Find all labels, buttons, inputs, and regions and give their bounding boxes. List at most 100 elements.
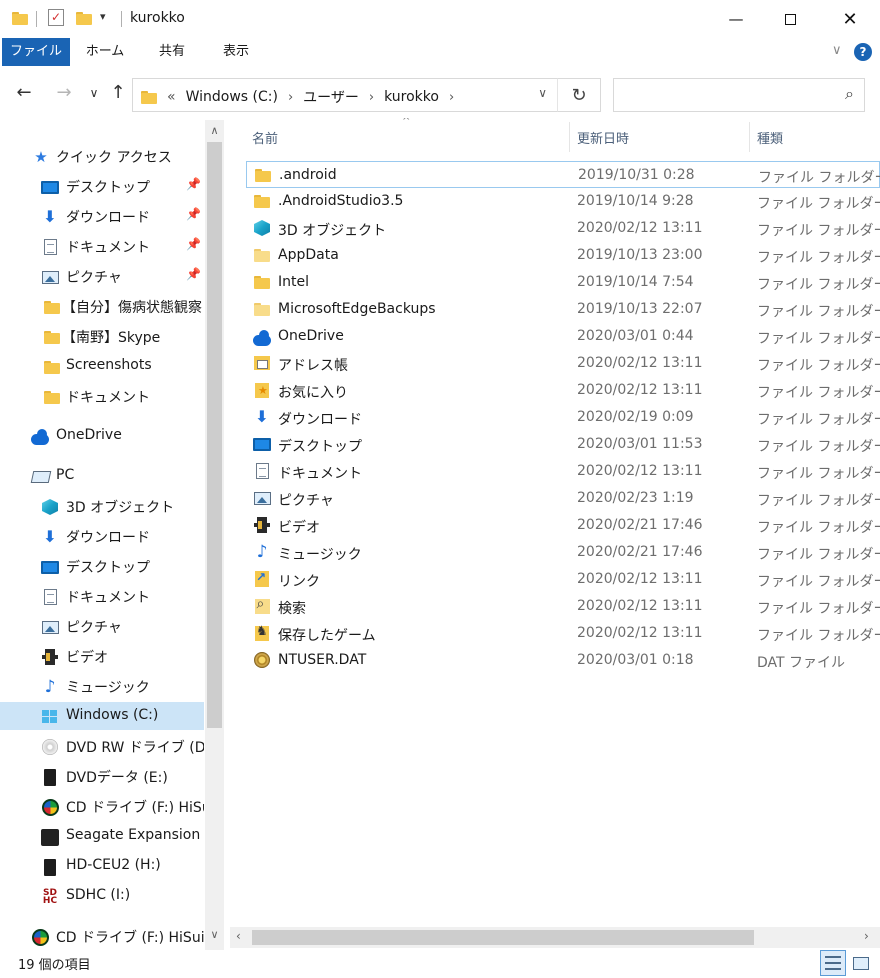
tab-view[interactable]: 表示 [214,38,258,66]
breadcrumb-windows-c[interactable]: Windows (C:) [186,89,278,105]
up-button[interactable]: ↑ [106,82,130,103]
table-row[interactable]: OneDrive 2020/03/01 0:44 ファイル フォルダー [246,323,880,350]
table-row[interactable]: ビデオ 2020/02/21 17:46 ファイル フォルダー [246,512,880,539]
item-count: 19 個の項目 [18,958,91,973]
nav-documents[interactable]: ドキュメント [0,582,204,610]
nav-folder-injury[interactable]: 【自分】傷病状態観察 [0,292,204,320]
table-row[interactable]: お気に入り 2020/02/12 13:11 ファイル フォルダー [246,377,880,404]
nav-downloads[interactable]: ⬇ ダウンロード [0,522,204,550]
details-view-button[interactable] [820,950,846,976]
table-row[interactable]: ⬇ ダウンロード 2020/02/19 0:09 ファイル フォルダー [246,404,880,431]
table-row[interactable]: MicrosoftEdgeBackups 2019/10/13 22:07 ファ… [246,296,880,323]
nav-seagate[interactable]: Seagate Expansion Dri [0,822,204,850]
nav-windows-c[interactable]: Windows (C:) [0,702,204,730]
column-type[interactable]: 種類 [757,128,783,147]
folder-pale-icon [253,247,271,263]
nav-pc[interactable]: PC [0,462,204,490]
table-row[interactable]: ピクチャ 2020/02/23 1:19 ファイル フォルダー [246,485,880,512]
help-icon[interactable]: ? [854,43,872,61]
nav-folder-skype[interactable]: 【南野】Skype [0,322,204,350]
table-row[interactable]: ドキュメント 2020/02/12 13:11 ファイル フォルダー [246,458,880,485]
column-name[interactable]: 名前 [252,128,278,147]
nav-folder-screenshots[interactable]: Screenshots [0,352,204,380]
scroll-left-icon[interactable]: ‹ [236,929,241,943]
chevron-down-icon[interactable]: ▾ [100,10,106,30]
tab-home[interactable]: ホーム [80,38,130,66]
pin-icon[interactable]: 📌 [186,207,201,221]
tab-file[interactable]: ファイル [2,38,70,66]
nav-dvd-rw-d[interactable]: DVD RW ドライブ (D:) ... [0,732,204,760]
column-divider[interactable] [569,122,570,152]
nav-quick-access[interactable]: ★ クイック アクセス [0,142,204,170]
search-input[interactable] [622,85,822,105]
breadcrumb-kurokko[interactable]: kurokko [384,89,439,105]
nav-scroll-thumb[interactable] [207,142,222,728]
sd-icon: SD HC [42,888,58,906]
nav-sdhc-i[interactable]: SD HC SDHC (I:) [0,882,204,910]
table-row[interactable]: デスクトップ 2020/03/01 11:53 ファイル フォルダー [246,431,880,458]
scroll-right-icon[interactable]: › [864,929,869,943]
file-type: ファイル フォルダー [757,250,880,266]
minimize-button[interactable]: — [712,0,760,38]
nav-music[interactable]: ♪ ミュージック [0,672,204,700]
nav-downloads-pinned[interactable]: ⬇ ダウンロード 📌 [0,202,204,230]
search-box[interactable]: ⌕ [613,78,865,112]
recent-locations-button[interactable]: ∨ [82,86,106,100]
maximize-button[interactable] [766,0,814,38]
table-row[interactable]: .android 2019/10/31 0:28 ファイル フォルダー [246,161,880,188]
pin-icon[interactable]: 📌 [186,177,201,191]
table-row[interactable]: Intel 2019/10/14 7:54 ファイル フォルダー [246,269,880,296]
nav-documents-pinned[interactable]: ドキュメント 📌 [0,232,204,260]
large-icons-view-button[interactable] [848,950,874,976]
new-folder-icon[interactable] [76,12,92,32]
nav-desktop-pinned[interactable]: デスクトップ 📌 [0,172,204,200]
address-row: ← → ∨ ↑ « Windows (C:) › ユーザー › kurokko … [0,72,880,118]
nav-pictures-pinned[interactable]: ピクチャ 📌 [0,262,204,290]
column-divider[interactable] [749,122,750,152]
horizontal-scrollbar[interactable]: ‹ › [230,927,880,948]
pin-icon[interactable]: 📌 [186,237,201,251]
pin-icon[interactable]: 📌 [186,267,201,281]
table-row[interactable]: NTUSER.DAT 2020/03/01 0:18 DAT ファイル [246,647,880,674]
nav-desktop[interactable]: デスクトップ [0,552,204,580]
nav-scrollbar[interactable]: ∧ ∨ [205,120,224,950]
table-row[interactable]: .AndroidStudio3.5 2019/10/14 9:28 ファイル フ… [246,188,880,215]
chevron-right-icon[interactable]: › [288,90,293,105]
address-dropdown-icon[interactable]: ∨ [538,86,547,100]
breadcrumb-users[interactable]: ユーザー [303,87,359,107]
breadcrumb-overflow[interactable]: « [167,89,176,105]
chevron-right-icon[interactable]: › [449,90,454,105]
table-row[interactable]: AppData 2019/10/13 23:00 ファイル フォルダー [246,242,880,269]
nav-cd-f-hisuite-root[interactable]: CD ドライブ (F:) HiSuite [0,922,204,950]
table-row[interactable]: ♪ ミュージック 2020/02/21 17:46 ファイル フォルダー [246,539,880,566]
file-name: 検索 [278,601,306,617]
address-bar[interactable]: « Windows (C:) › ユーザー › kurokko › ∨ [132,78,558,112]
nav-dvd-data-e[interactable]: DVDデータ (E:) [0,762,204,790]
forward-button[interactable]: → [52,82,76,103]
nav-pictures[interactable]: ピクチャ [0,612,204,640]
nav-3d-objects[interactable]: 3D オブジェクト [0,492,204,520]
nav-videos[interactable]: ビデオ [0,642,204,670]
scroll-down-icon[interactable]: ∨ [205,928,224,941]
monitor-icon [41,559,59,575]
nav-folder-documents[interactable]: ドキュメント [0,382,204,410]
table-row[interactable]: 3D オブジェクト 2020/02/12 13:11 ファイル フォルダー [246,215,880,242]
table-row[interactable]: アドレス帳 2020/02/12 13:11 ファイル フォルダー [246,350,880,377]
table-row[interactable]: 保存したゲーム 2020/02/12 13:11 ファイル フォルダー [246,620,880,647]
ribbon-expand-icon[interactable]: ∨ [832,43,842,58]
table-row[interactable]: リンク 2020/02/12 13:11 ファイル フォルダー [246,566,880,593]
nav-cd-f-hisuite[interactable]: CD ドライブ (F:) HiSuite [0,792,204,820]
scroll-up-icon[interactable]: ∧ [205,124,224,137]
column-date[interactable]: 更新日時 [577,128,629,147]
close-button[interactable]: ✕ [826,0,874,38]
back-button[interactable]: ← [12,82,36,103]
nav-hd-ceu2-h[interactable]: HD-CEU2 (H:) [0,852,204,880]
chevron-right-icon[interactable]: › [369,90,374,105]
refresh-button[interactable]: ↻ [557,78,601,112]
table-row[interactable]: 検索 2020/02/12 13:11 ファイル フォルダー [246,593,880,620]
tab-share[interactable]: 共有 [150,38,194,66]
file-name: .android [279,167,337,183]
horizontal-scroll-thumb[interactable] [252,930,754,945]
properties-icon[interactable]: ✓ [48,9,64,26]
nav-onedrive[interactable]: OneDrive [0,422,204,450]
